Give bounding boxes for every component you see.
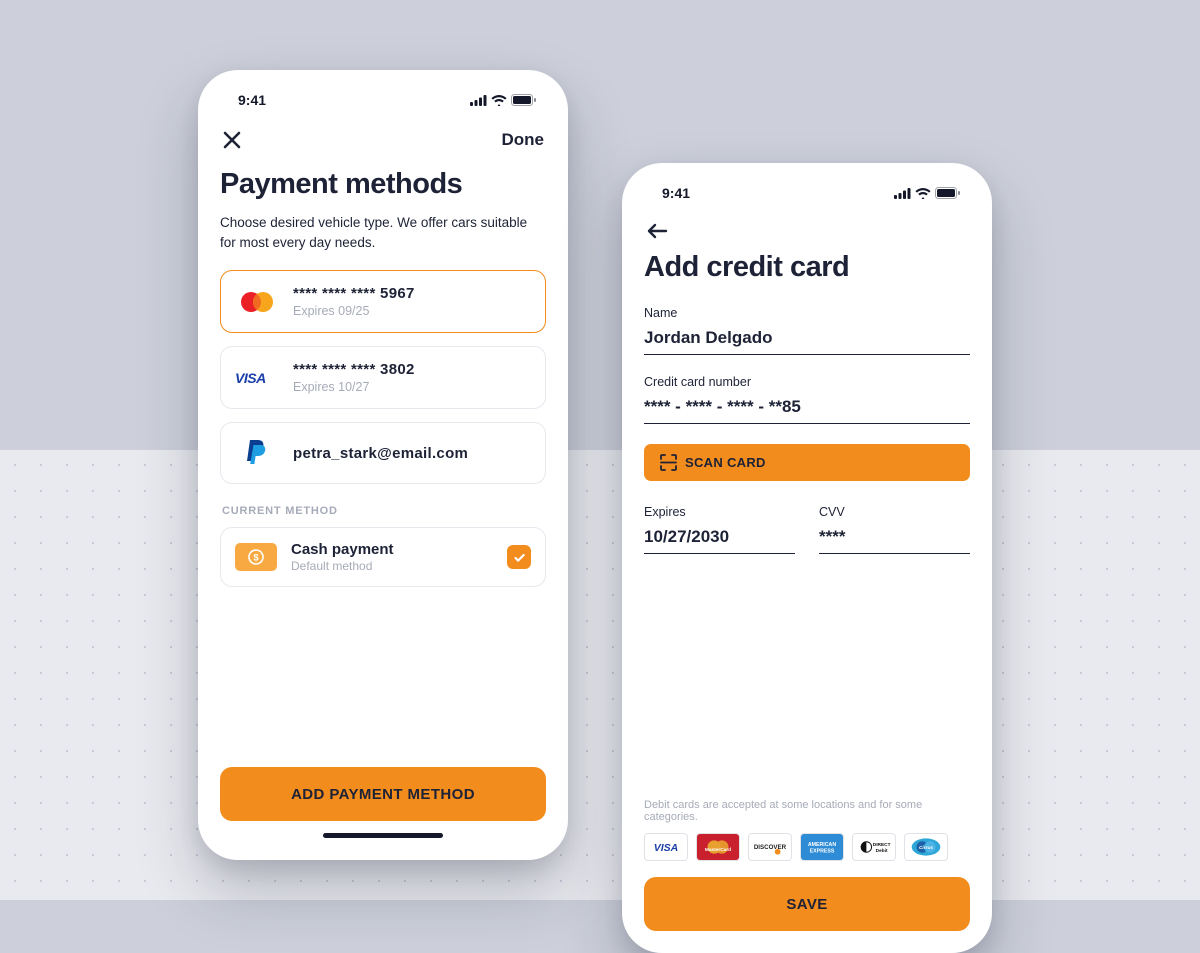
- battery-icon: [935, 187, 960, 199]
- svg-text:VISA: VISA: [235, 370, 266, 386]
- svg-text:EXPRESS: EXPRESS: [810, 849, 835, 855]
- current-method-label: CURRENT METHOD: [220, 497, 546, 527]
- card-expiry: Expires 10/27: [293, 380, 531, 394]
- expires-label: Expires: [644, 505, 795, 519]
- card-number: **** **** **** 5967: [293, 285, 531, 302]
- mastercard-logo-icon: [235, 286, 279, 318]
- scan-icon: [660, 454, 677, 471]
- status-time: 9:41: [238, 92, 266, 108]
- card-text: **** **** **** 5967 Expires 09/25: [293, 285, 531, 318]
- brand-logo-visa: VISA: [644, 833, 688, 861]
- cvv-input[interactable]: [819, 523, 970, 554]
- cash-title: Cash payment: [291, 541, 493, 558]
- svg-text:DIRECT: DIRECT: [873, 842, 891, 848]
- scan-card-button[interactable]: SCAN CARD: [644, 444, 970, 481]
- save-button[interactable]: SAVE: [644, 877, 970, 931]
- close-button[interactable]: [222, 130, 242, 150]
- name-label: Name: [644, 306, 970, 320]
- cash-subtitle: Default method: [291, 559, 493, 573]
- close-icon: [222, 130, 242, 150]
- payment-method-mastercard[interactable]: **** **** **** 5967 Expires 09/25: [220, 270, 546, 333]
- visa-logo-icon: VISA: [235, 362, 279, 394]
- signal-icon: [894, 188, 911, 199]
- card-number-field: Credit card number: [644, 375, 970, 424]
- nav-row: Done: [220, 110, 546, 164]
- card-text: **** **** **** 3802 Expires 10/27: [293, 361, 531, 394]
- svg-text:Debit: Debit: [876, 848, 888, 854]
- brand-logo-mastercard: MasterCard: [696, 833, 740, 861]
- footnote-text: Debit cards are accepted at some locatio…: [644, 799, 970, 823]
- nav-row: [644, 203, 970, 247]
- status-bar: 9:41: [220, 88, 546, 110]
- background-dotted: [0, 450, 1200, 900]
- card-text: petra_stark@email.com: [293, 445, 531, 462]
- phone-payment-methods: 9:41 Done Payment methods Choose desired…: [198, 70, 568, 860]
- phone-add-credit-card: 9:41 Add credit card Name Credit card nu…: [622, 163, 992, 953]
- selected-check-badge: [507, 545, 531, 569]
- page-title: Add credit card: [644, 247, 970, 296]
- status-bar: 9:41: [644, 181, 970, 203]
- paypal-email: petra_stark@email.com: [293, 445, 531, 462]
- name-input[interactable]: [644, 324, 970, 355]
- svg-text:AMERICAN: AMERICAN: [808, 842, 836, 848]
- home-indicator: [323, 833, 443, 838]
- expires-field: Expires: [644, 505, 795, 554]
- brand-logo-direct-debit: DIRECTDebit: [852, 833, 896, 861]
- signal-icon: [470, 95, 487, 106]
- card-number-label: Credit card number: [644, 375, 970, 389]
- brand-logo-discover: DISCOVER: [748, 833, 792, 861]
- cvv-field: CVV: [819, 505, 970, 554]
- cvv-label: CVV: [819, 505, 970, 519]
- add-payment-method-button[interactable]: ADD PAYMENT METHOD: [220, 767, 546, 821]
- cash-icon: $: [235, 543, 277, 571]
- page-subtitle: Choose desired vehicle type. We offer ca…: [220, 213, 546, 270]
- brand-logo-amex: AMERICANEXPRESS: [800, 833, 844, 861]
- svg-text:Cirrus: Cirrus: [919, 845, 933, 851]
- check-icon: [513, 551, 526, 564]
- payment-method-visa[interactable]: VISA **** **** **** 3802 Expires 10/27: [220, 346, 546, 409]
- wifi-icon: [915, 188, 931, 199]
- back-button[interactable]: [646, 223, 668, 239]
- paypal-logo-icon: [235, 437, 279, 469]
- wifi-icon: [491, 95, 507, 106]
- svg-text:DISCOVER: DISCOVER: [754, 844, 787, 851]
- cash-text: Cash payment Default method: [291, 541, 493, 573]
- arrow-left-icon: [646, 223, 668, 239]
- svg-text:VISA: VISA: [654, 842, 679, 854]
- name-field: Name: [644, 306, 970, 355]
- svg-text:$: $: [253, 553, 259, 564]
- status-time: 9:41: [662, 185, 690, 201]
- card-number-input[interactable]: [644, 393, 970, 424]
- expires-input[interactable]: [644, 523, 795, 554]
- expires-cvv-row: Expires CVV: [644, 505, 970, 554]
- battery-icon: [511, 94, 536, 106]
- payment-method-paypal[interactable]: petra_stark@email.com: [220, 422, 546, 484]
- brand-logo-cirrus: Cirrus: [904, 833, 948, 861]
- status-icons: [894, 187, 960, 199]
- status-icons: [470, 94, 536, 106]
- done-button[interactable]: Done: [502, 130, 545, 150]
- accepted-cards-row: VISA MasterCard DISCOVER AMERICANEXPRESS…: [644, 833, 970, 861]
- scan-card-label: SCAN CARD: [685, 455, 766, 470]
- cash-payment-row[interactable]: $ Cash payment Default method: [220, 527, 546, 587]
- page-title: Payment methods: [220, 164, 546, 213]
- card-number: **** **** **** 3802: [293, 361, 531, 378]
- card-expiry: Expires 09/25: [293, 304, 531, 318]
- svg-text:MasterCard: MasterCard: [705, 847, 731, 853]
